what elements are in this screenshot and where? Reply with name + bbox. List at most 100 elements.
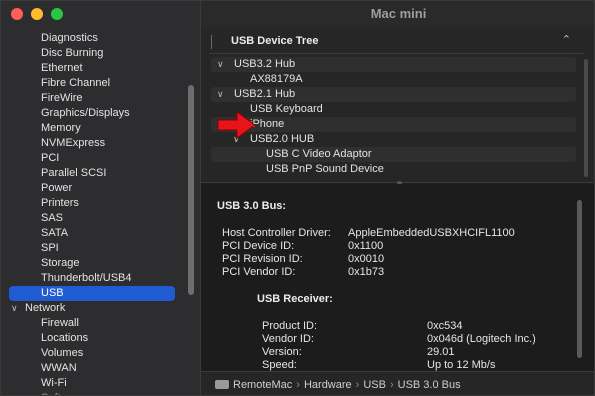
sidebar-item-label: Power — [41, 182, 73, 194]
sidebar-item-ethernet[interactable]: Ethernet — [1, 61, 201, 76]
window-controls — [11, 8, 63, 20]
sidebar-item-label: Software — [41, 392, 84, 395]
sidebar-item-graphics-displays[interactable]: Graphics/Displays — [1, 106, 201, 121]
tree-row[interactable]: iPhone — [211, 117, 576, 132]
tree-row-label: USB2.0 HUB — [250, 133, 315, 145]
sidebar-item-label: USB — [41, 287, 64, 299]
sidebar-item-label: Disc Burning — [41, 47, 104, 59]
computer-icon — [215, 379, 229, 389]
tree-row[interactable]: USB Keyboard — [211, 102, 576, 117]
chevron-down-icon[interactable]: ∨ — [11, 301, 18, 316]
sidebar-item-sata[interactable]: SATA — [1, 226, 201, 241]
sidebar-item-firewire[interactable]: FireWire — [1, 91, 201, 106]
sidebar-item-memory[interactable]: Memory — [1, 121, 201, 136]
sidebar-item-spi[interactable]: SPI — [1, 241, 201, 256]
tree-row[interactable]: ∨ USB2.1 Hub — [211, 87, 576, 102]
tree-row-label: USB PnP Sound Device — [266, 163, 384, 175]
detail-scrollbar[interactable] — [577, 200, 582, 358]
minimize-button[interactable] — [31, 8, 43, 20]
sidebar-item-label: Thunderbolt/USB4 — [41, 272, 132, 284]
sidebar-item-parallel-scsi[interactable]: Parallel SCSI — [1, 166, 201, 181]
sidebar-item-software[interactable]: Software — [1, 391, 201, 395]
detail-key: Product ID: — [262, 320, 318, 332]
detail-value: 0x046d (Logitech Inc.) — [427, 333, 536, 345]
sidebar-item-network[interactable]: ∨ Network — [1, 301, 201, 316]
detail-key: Vendor ID: — [262, 333, 314, 345]
path-item-usb[interactable]: USB — [363, 379, 386, 391]
sidebar-item-label: Locations — [41, 332, 89, 344]
sidebar-item-volumes[interactable]: Volumes — [1, 346, 201, 361]
sidebar-item-label: Diagnostics — [41, 32, 98, 44]
sidebar-item-label: PCI — [41, 152, 60, 164]
tree-row[interactable]: USB PnP Sound Device — [211, 162, 576, 177]
sidebar-item-printers[interactable]: Printers — [1, 196, 201, 211]
detail-value: 0x1100 — [348, 240, 384, 252]
sidebar-item-label: Wi-Fi — [41, 377, 67, 389]
sidebar-item-storage[interactable]: Storage — [1, 256, 201, 271]
tree-row[interactable]: USB C Video Adaptor — [211, 147, 576, 162]
system-information-window: Diagnostics Disc Burning Ethernet Fibre Cha… — [0, 0, 595, 396]
sidebar-item-label: Firewall — [41, 317, 79, 329]
sidebar-item-sas[interactable]: SAS — [1, 211, 201, 226]
sidebar-list: Diagnostics Disc Burning Ethernet Fibre Cha… — [1, 31, 201, 395]
chevron-down-icon[interactable]: ∨ — [217, 87, 224, 102]
path-item-hardware[interactable]: Hardware — [304, 379, 352, 391]
sidebar-item-disc-burning[interactable]: Disc Burning — [1, 46, 201, 61]
path-bar: RemoteMac › Hardware › USB › USB 3.0 Bus — [201, 371, 594, 395]
sidebar-item-pci[interactable]: PCI — [1, 151, 201, 166]
tree-row-label: USB Keyboard — [250, 103, 323, 115]
zoom-button[interactable] — [51, 8, 63, 20]
detail-key: Speed: — [262, 359, 297, 371]
chevron-down-icon[interactable]: ∨ — [217, 57, 224, 72]
bus-title: USB 3.0 Bus: — [217, 200, 287, 212]
sidebar-item-label: Volumes — [41, 347, 84, 359]
sidebar-item-power[interactable]: Power — [1, 181, 201, 196]
sidebar-item-nvmexpress[interactable]: NVMExpress — [1, 136, 201, 151]
sidebar-item-fibre-channel[interactable]: Fibre Channel — [1, 76, 201, 91]
main-pane: Mac mini USB Device Tree ⌃ ∨ USB3.2 Hub AX… — [201, 1, 594, 395]
sidebar-item-label: SPI — [41, 242, 59, 254]
tree-row[interactable]: ∨ USB3.2 Hub — [211, 57, 576, 72]
tree-row-label: USB3.2 Hub — [234, 58, 296, 70]
sidebar: Diagnostics Disc Burning Ethernet Fibre Cha… — [1, 1, 201, 395]
header-divider — [211, 35, 212, 49]
sidebar-scrollbar[interactable] — [188, 85, 194, 295]
sidebar-item-usb[interactable]: USB — [9, 286, 175, 301]
tree-row[interactable]: ∨ USB2.0 HUB — [211, 132, 576, 147]
sidebar-item-label: Fibre Channel — [41, 77, 111, 89]
detail-pane: USB 3.0 Bus: Host Controller Driver: App… — [201, 184, 594, 371]
sidebar-item-thunderbolt-usb4[interactable]: Thunderbolt/USB4 — [1, 271, 201, 286]
sidebar-item-label: Network — [25, 302, 66, 314]
detail-key: PCI Revision ID: — [222, 253, 303, 265]
detail-value: 0xc534 — [427, 320, 463, 332]
chevron-up-icon[interactable]: ⌃ — [562, 33, 571, 46]
sidebar-item-label: WWAN — [41, 362, 77, 374]
detail-value: 29.01 — [427, 346, 455, 358]
detail-value: Up to 12 Mb/s — [427, 359, 496, 371]
sidebar-item-label: SATA — [41, 227, 69, 239]
sidebar-item-firewall[interactable]: Firewall — [1, 316, 201, 331]
tree-row-label: USB2.1 Hub — [234, 88, 296, 100]
tree-scrollbar[interactable] — [584, 59, 588, 177]
detail-value: 0x0010 — [348, 253, 385, 265]
tree-row-label: USB C Video Adaptor — [266, 148, 372, 160]
path-separator: › — [355, 379, 360, 391]
sidebar-item-label: Storage — [41, 257, 80, 269]
sidebar-item-locations[interactable]: Locations — [1, 331, 201, 346]
sidebar-item-wwan[interactable]: WWAN — [1, 361, 201, 376]
sidebar-item-label: Memory — [41, 122, 81, 134]
sidebar-item-label: Ethernet — [41, 62, 83, 74]
path-item-usb-bus[interactable]: USB 3.0 Bus — [398, 379, 461, 391]
red-arrow-annotation — [217, 111, 256, 139]
tree-row[interactable]: AX88179A — [211, 72, 576, 87]
sidebar-item-label: NVMExpress — [41, 137, 106, 149]
detail-value: 0x1b73 — [348, 266, 385, 278]
sidebar-item-diagnostics[interactable]: Diagnostics — [1, 31, 201, 46]
close-button[interactable] — [11, 8, 23, 20]
detail-value: AppleEmbeddedUSBXHCIFL1100 — [348, 227, 515, 239]
sidebar-item-wi-fi[interactable]: Wi-Fi — [1, 376, 201, 391]
path-item-remotemac[interactable]: RemoteMac — [233, 379, 292, 391]
tree-header[interactable]: USB Device Tree ⌃ — [209, 32, 585, 54]
path-separator: › — [389, 379, 394, 391]
detail-key: PCI Device ID: — [222, 240, 295, 252]
